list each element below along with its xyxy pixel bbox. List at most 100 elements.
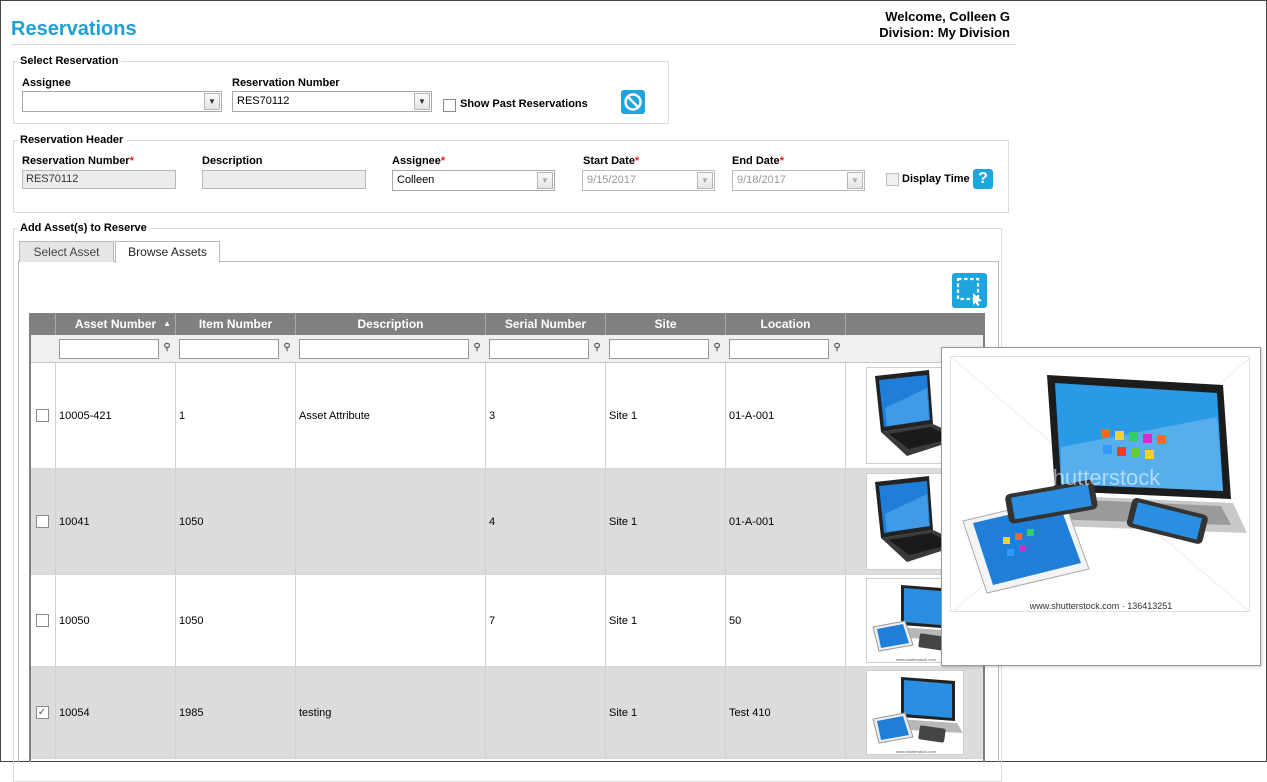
site-cell: Site 1: [606, 575, 726, 666]
table-row[interactable]: ✓ 10054 1985 testing Site 1 Test 410 www…: [29, 667, 985, 759]
asset-number-cell: 10005-421: [56, 363, 176, 468]
end-date-label-text: End Date: [732, 155, 780, 167]
description-cell: [296, 575, 486, 666]
site-filter-input[interactable]: [609, 339, 709, 359]
description-cell: Asset Attribute: [296, 363, 486, 468]
filter-icon[interactable]: ⚲: [162, 342, 172, 354]
end-date-label: End Date*: [732, 155, 784, 167]
filter-icon[interactable]: ⚲: [592, 342, 602, 354]
start-date-label-text: Start Date: [583, 155, 635, 167]
description-label: Description: [202, 155, 263, 167]
description-field: [202, 170, 366, 189]
location-cell: 01-A-001: [726, 363, 846, 468]
assignee-select[interactable]: ▼: [22, 91, 222, 112]
help-button[interactable]: ?: [973, 169, 993, 189]
start-date-picker[interactable]: 9/15/2017 ▼: [582, 170, 715, 191]
select-area-button[interactable]: [952, 273, 987, 308]
end-date-picker[interactable]: 9/18/2017 ▼: [732, 170, 865, 191]
filter-icon[interactable]: ⚲: [712, 342, 722, 354]
serial-number-cell: 3: [486, 363, 606, 468]
location-filter-input[interactable]: [729, 339, 829, 359]
description-filter-input[interactable]: [299, 339, 469, 359]
tab-select-asset[interactable]: Select Asset: [19, 241, 114, 262]
end-date-value: 9/18/2017: [737, 174, 786, 186]
start-date-label: Start Date*: [583, 155, 639, 167]
chevron-down-icon: ▼: [537, 172, 553, 189]
column-header-serial-number[interactable]: Serial Number: [486, 313, 606, 335]
display-time-label: Display Time: [902, 173, 970, 185]
serial-number-filter-input[interactable]: [489, 339, 589, 359]
select-column-header: [29, 313, 56, 335]
selection-cursor-icon: [956, 277, 982, 306]
item-number-cell: 1050: [176, 575, 296, 666]
row-checkbox[interactable]: [35, 409, 49, 422]
item-number-filter-input[interactable]: [179, 339, 279, 359]
filter-icon[interactable]: ⚲: [472, 342, 482, 354]
chevron-down-icon: ▼: [414, 93, 430, 110]
column-header-description[interactable]: Description: [296, 313, 486, 335]
tab-browse-assets[interactable]: Browse Assets: [115, 241, 220, 263]
location-cell: 01-A-001: [726, 469, 846, 574]
sort-ascending-icon: ▲: [163, 319, 171, 328]
header-reservation-number-field: RES70112: [22, 170, 176, 189]
chevron-down-icon: ▼: [847, 172, 863, 189]
table-row[interactable]: 10050 1050 7 Site 1 50 www.shutterstock.…: [29, 575, 985, 667]
column-header-asset-number-text: Asset Number: [74, 317, 157, 331]
asset-number-cell: 10041: [56, 469, 176, 574]
row-select-cell: [29, 363, 56, 468]
reservation-number-select[interactable]: RES70112 ▼: [232, 91, 432, 112]
asset-number-cell: 10050: [56, 575, 176, 666]
show-past-reservations-label: Show Past Reservations: [460, 98, 588, 110]
show-past-reservations-checkbox[interactable]: [443, 99, 456, 112]
location-cell: Test 410: [726, 667, 846, 758]
serial-number-cell: 7: [486, 575, 606, 666]
column-header-image: [846, 313, 985, 335]
image-caption: www.shutterstock.com · 136413251: [1029, 601, 1173, 611]
header-reservation-number-label-text: Reservation Number: [22, 155, 130, 167]
header-assignee-select[interactable]: Colleen ▼: [392, 170, 555, 191]
start-date-value: 9/15/2017: [587, 174, 636, 186]
header-assignee-label: Assignee*: [392, 155, 445, 167]
header-assignee-label-text: Assignee: [392, 155, 441, 167]
header-assignee-value: Colleen: [397, 174, 435, 186]
row-select-cell: ✓: [29, 667, 56, 758]
reservation-number-select-value: RES70112: [237, 95, 290, 107]
column-header-item-number[interactable]: Item Number: [176, 313, 296, 335]
column-header-location[interactable]: Location: [726, 313, 846, 335]
display-time-checkbox[interactable]: [886, 173, 899, 186]
reservation-header-legend: Reservation Header: [20, 134, 124, 146]
required-mark: *: [129, 155, 134, 167]
serial-number-cell: [486, 667, 606, 758]
table-row[interactable]: 10041 1050 4 Site 1 01-A-001: [29, 469, 985, 575]
select-reservation-legend: Select Reservation: [20, 55, 119, 67]
row-checkbox[interactable]: [35, 515, 49, 528]
required-mark: *: [634, 155, 640, 167]
user-info: Welcome, Colleen G Division: My Division: [879, 9, 1010, 41]
table-row[interactable]: 10005-421 1 Asset Attribute 3 Site 1 01-…: [29, 363, 985, 469]
asset-thumbnail[interactable]: www.shutterstock.com: [866, 670, 964, 755]
asset-number-filter-input[interactable]: [59, 339, 159, 359]
chevron-down-icon: ▼: [697, 172, 713, 189]
preview-image: shutterstock www.shutterstock.com · 1364…: [950, 356, 1250, 612]
row-select-cell: [29, 575, 56, 666]
site-cell: Site 1: [606, 469, 726, 574]
column-header-site[interactable]: Site: [606, 313, 726, 335]
row-checkbox[interactable]: ✓: [35, 706, 49, 719]
division-text: Division: My Division: [879, 25, 1010, 40]
row-checkbox[interactable]: [35, 614, 49, 627]
grid-left-border: [29, 313, 31, 762]
add-assets-legend: Add Asset(s) to Reserve: [20, 222, 147, 234]
watermark-text: shutterstock: [1042, 465, 1162, 490]
cancel-reservation-button[interactable]: [621, 90, 645, 114]
title-divider: [11, 44, 1016, 45]
filter-icon[interactable]: ⚲: [282, 342, 292, 354]
filter-icon[interactable]: ⚲: [832, 342, 842, 354]
reservation-number-label: Reservation Number: [232, 77, 340, 89]
chevron-down-icon: ▼: [204, 93, 220, 110]
description-cell: testing: [296, 667, 486, 758]
svg-text:www.shutterstock.com: www.shutterstock.com: [896, 749, 936, 754]
filter-row: ⚲ ⚲ ⚲ ⚲ ⚲ ⚲: [29, 335, 985, 363]
prohibited-icon: [624, 93, 642, 111]
page-title: Reservations: [11, 18, 137, 40]
column-header-asset-number[interactable]: Asset Number ▲: [56, 313, 176, 335]
